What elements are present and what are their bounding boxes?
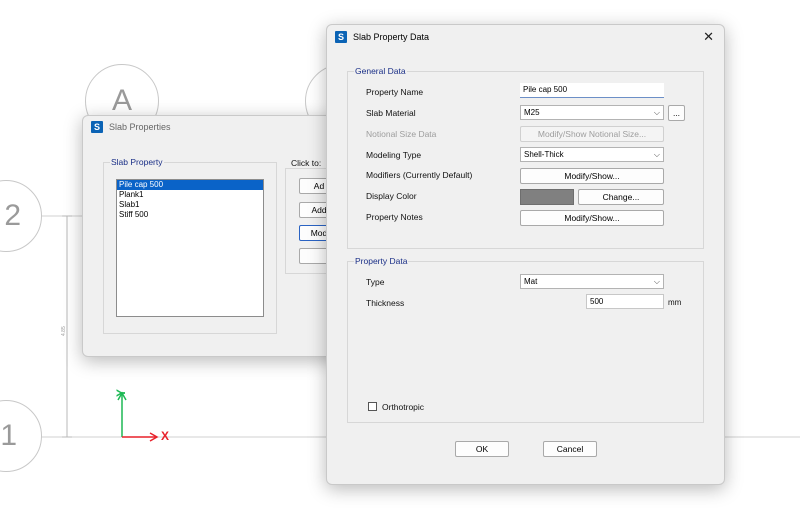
thickness-unit: mm xyxy=(668,298,682,307)
list-item[interactable]: Pile cap 500 xyxy=(117,180,263,190)
slab-property-data-window[interactable]: S Slab Property Data ✕ General Data Prop… xyxy=(326,24,725,485)
slab-property-group: Slab Property Pile cap 500 Plank1 Slab1 … xyxy=(103,157,277,334)
change-color-button[interactable]: Change... xyxy=(578,189,664,205)
thickness-label: Thickness xyxy=(366,298,405,308)
list-item[interactable]: Slab1 xyxy=(117,200,263,210)
dimension-label: 4.85 xyxy=(61,326,67,336)
slab-material-label: Slab Material xyxy=(366,108,416,118)
y-axis-label: Y xyxy=(114,388,129,398)
type-label: Type xyxy=(366,277,385,287)
display-color-swatch xyxy=(520,189,574,205)
property-notes-button[interactable]: Modify/Show... xyxy=(520,210,664,226)
dialog-title: Slab Property Data xyxy=(353,32,430,42)
slab-property-data-titlebar[interactable]: S Slab Property Data xyxy=(327,25,724,49)
general-data-group: General Data Property Name Pile cap 500 … xyxy=(347,66,704,249)
modeling-type-label: Modeling Type xyxy=(366,150,422,160)
notional-size-button[interactable]: Modify/Show Notional Size... xyxy=(520,126,664,142)
notional-size-label: Notional Size Data xyxy=(366,129,437,139)
slab-material-value: M25 xyxy=(524,108,540,117)
material-ellipsis-button[interactable]: ... xyxy=(668,105,685,121)
slab-properties-title: Slab Properties xyxy=(109,122,171,132)
ok-button[interactable]: OK xyxy=(455,441,509,457)
slab-property-group-label: Slab Property xyxy=(110,157,164,167)
type-select[interactable]: Mat ⌵ xyxy=(520,274,664,289)
list-item[interactable]: Stiff 500 xyxy=(117,210,263,220)
modeling-type-value: Shell-Thick xyxy=(524,150,564,159)
close-icon[interactable]: ✕ xyxy=(703,29,714,45)
app-icon: S xyxy=(335,31,347,43)
orthotropic-checkbox[interactable] xyxy=(368,402,377,411)
cancel-button[interactable]: Cancel xyxy=(543,441,597,457)
list-item[interactable]: Plank1 xyxy=(117,190,263,200)
modeling-type-select[interactable]: Shell-Thick ⌵ xyxy=(520,147,664,162)
modifiers-label: Modifiers (Currently Default) xyxy=(366,170,473,180)
app-icon: S xyxy=(91,121,103,133)
click-to-label: Click to: xyxy=(291,158,322,168)
slab-material-select[interactable]: M25 ⌵ xyxy=(520,105,664,120)
chevron-down-icon: ⌵ xyxy=(653,277,660,286)
property-name-field[interactable]: Pile cap 500 xyxy=(520,83,664,98)
display-color-label: Display Color xyxy=(366,191,417,201)
chevron-down-icon: ⌵ xyxy=(653,108,660,117)
chevron-down-icon: ⌵ xyxy=(653,150,660,159)
type-value: Mat xyxy=(524,277,538,286)
property-notes-label: Property Notes xyxy=(366,212,423,222)
modifiers-button[interactable]: Modify/Show... xyxy=(520,168,664,184)
property-name-label: Property Name xyxy=(366,87,424,97)
property-data-group: Property Data Type Mat ⌵ Thickness 500 m… xyxy=(347,256,704,423)
property-data-label: Property Data xyxy=(354,256,409,266)
slab-property-list[interactable]: Pile cap 500 Plank1 Slab1 Stiff 500 xyxy=(116,179,264,317)
thickness-input[interactable]: 500 xyxy=(586,294,664,309)
general-data-label: General Data xyxy=(354,66,407,76)
orthotropic-label: Orthotropic xyxy=(382,402,425,412)
x-axis-label: X xyxy=(161,429,170,443)
